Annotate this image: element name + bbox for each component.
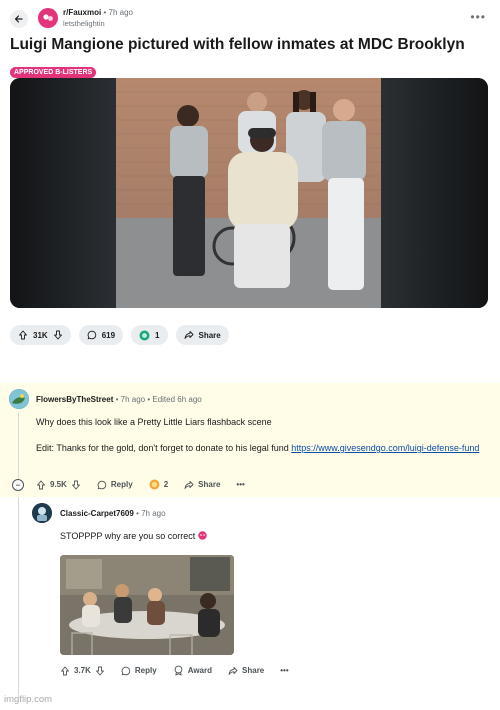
comment-more-button[interactable]: •••: [236, 480, 244, 489]
comment-reply-button[interactable]: Reply: [121, 666, 157, 676]
comment-share-button[interactable]: Share: [228, 666, 264, 676]
upvote-icon[interactable]: [18, 330, 28, 340]
comment-text-content: STOPPPP why are you so correct: [60, 531, 196, 541]
comment-icon: [87, 330, 96, 340]
post-share-button[interactable]: Share: [175, 325, 229, 345]
comment-meta: Classic-Carpet7609 • 7h ago: [60, 509, 166, 519]
post-username[interactable]: letsthelightin: [63, 19, 105, 28]
comment-link[interactable]: https://www.givesendgo.com/luigi-defense…: [291, 443, 479, 453]
comment-vote-count: 3.7K: [74, 666, 91, 675]
subreddit-logo-icon: [43, 14, 53, 21]
comment-avatar[interactable]: [9, 389, 29, 409]
post-share-label: Share: [198, 330, 221, 340]
post-flair[interactable]: APPROVED B-LISTERS: [10, 67, 97, 78]
award-label: Award: [187, 666, 213, 675]
share-icon: [184, 331, 193, 339]
collapse-button[interactable]: −: [12, 479, 24, 491]
gold-award-icon: [149, 479, 160, 490]
watermark: imgflip.com: [4, 694, 53, 705]
comment-actions: 9.5K Reply 2 Share •••: [36, 479, 245, 490]
back-button[interactable]: [10, 10, 28, 28]
emoji-icon: [198, 531, 207, 540]
post-comment-count: 619: [101, 330, 116, 340]
comment-time: 7h ago: [120, 395, 146, 404]
downvote-icon[interactable]: [95, 666, 105, 676]
thread-line[interactable]: [18, 497, 19, 697]
comment-more-button[interactable]: •••: [280, 666, 288, 675]
comment-award-button[interactable]: Award: [173, 665, 212, 676]
comment-text: Why does this look like a Pretty Little …: [36, 417, 272, 427]
comment-edited: Edited 6h ago: [152, 395, 202, 404]
post-time: 7h ago: [108, 8, 133, 17]
reply-label: Reply: [134, 666, 157, 675]
share-icon: [184, 480, 194, 489]
comment-author[interactable]: Classic-Carpet7609: [60, 509, 134, 518]
inmates-photo: [10, 78, 488, 308]
award-icon: [139, 330, 150, 340]
upvote-icon[interactable]: [60, 666, 70, 676]
women-at-table-photo: [60, 555, 234, 655]
share-icon: [228, 666, 238, 675]
comment-vote-count: 9.5K: [50, 480, 67, 489]
post-vote-count: 31K: [33, 330, 48, 340]
comment-share-button[interactable]: Share: [184, 480, 220, 490]
comment-time: 7h ago: [141, 509, 166, 518]
downvote-icon[interactable]: [71, 480, 81, 490]
share-label: Share: [242, 666, 265, 675]
comment-vote: 3.7K: [60, 666, 105, 676]
post-image[interactable]: [10, 78, 488, 308]
comment-edit-prefix: Edit: Thanks for the gold, don't forget …: [36, 443, 292, 453]
post-comments-button[interactable]: 619: [78, 325, 124, 345]
comment-awards-button[interactable]: 2: [149, 479, 168, 490]
post-actions: 31K 619 1 Share: [10, 325, 229, 345]
reply-label: Reply: [110, 480, 133, 489]
share-label: Share: [198, 480, 221, 489]
comment-image[interactable]: [60, 555, 234, 655]
comment-meta: FlowersByTheStreet • 7h ago • Edited 6h …: [36, 395, 202, 405]
post-header: r/Fauxmoi • 7h ago letsthelightin •••: [0, 0, 500, 34]
thread-line[interactable]: [18, 413, 19, 481]
downvote-icon[interactable]: [53, 330, 63, 340]
comment-author[interactable]: FlowersByTheStreet: [36, 395, 113, 404]
comment-actions: 3.7K Reply Award Share •••: [60, 665, 289, 676]
comment-award-count: 2: [163, 480, 169, 489]
upvote-icon[interactable]: [36, 480, 46, 490]
comment-edit-text: Edit: Thanks for the gold, don't forget …: [36, 442, 490, 455]
comment-icon: [121, 666, 131, 675]
comment-text: STOPPPP why are you so correct: [60, 530, 480, 543]
post-more-button[interactable]: •••: [470, 10, 486, 24]
post-title: Luigi Mangione pictured with fellow inma…: [10, 36, 465, 53]
comments-section: FlowersByTheStreet • 7h ago • Edited 6h …: [0, 383, 500, 710]
subreddit-avatar[interactable]: [38, 8, 58, 28]
post-meta: r/Fauxmoi • 7h ago: [63, 8, 133, 18]
award-icon: [174, 665, 183, 676]
comment-icon: [97, 480, 107, 489]
subreddit-name[interactable]: r/Fauxmoi: [63, 8, 101, 17]
comment-vote: 9.5K: [36, 480, 81, 490]
avatar-icon: [9, 389, 29, 409]
post-vote-pill: 31K: [10, 325, 71, 345]
post-award-count: 1: [155, 330, 160, 340]
avatar-icon: [32, 503, 52, 523]
comment-avatar[interactable]: [32, 503, 52, 523]
post-awards-button[interactable]: 1: [131, 325, 168, 345]
comment-reply-button[interactable]: Reply: [97, 480, 133, 490]
arrow-left-icon: [14, 15, 23, 23]
